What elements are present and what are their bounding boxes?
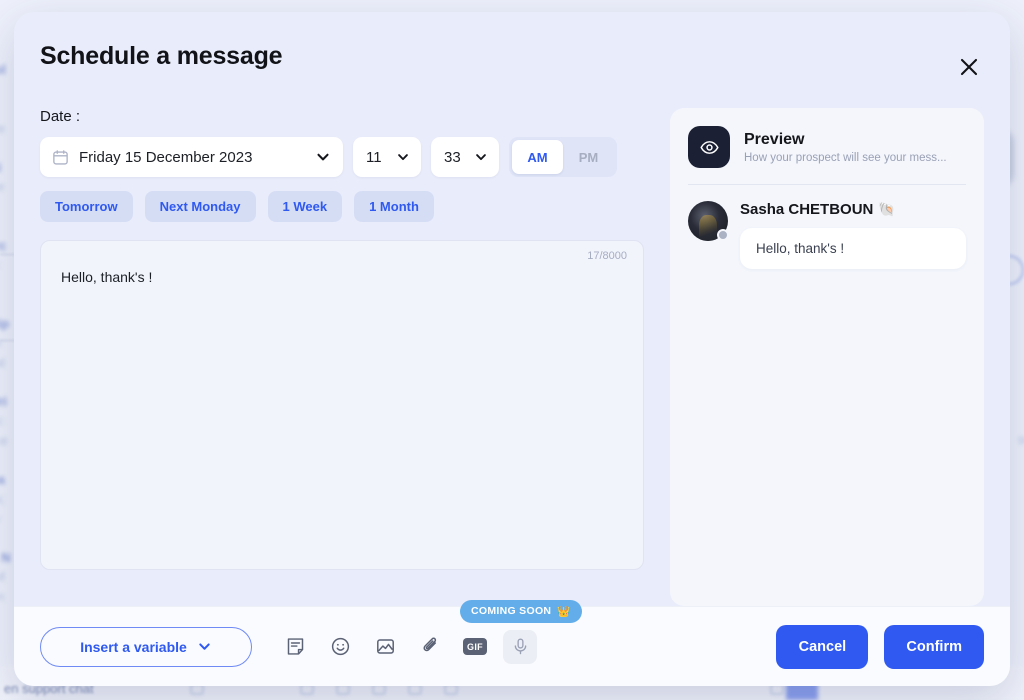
chevron-down-icon xyxy=(315,149,331,165)
microphone-icon xyxy=(503,630,537,664)
chip-next-monday[interactable]: Next Monday xyxy=(145,191,256,222)
backdrop-right-text-2: st xyxy=(1018,430,1024,450)
minute-value: 33 xyxy=(444,149,461,166)
meridiem-toggle: AM PM xyxy=(509,137,617,177)
character-counter: 17/8000 xyxy=(587,250,627,262)
chevron-down-icon xyxy=(474,150,488,164)
date-time-row: Friday 15 December 2023 11 33 xyxy=(40,137,644,177)
chevron-down-icon xyxy=(197,639,212,654)
contact-name: Sasha CHETBOUN 🐚 xyxy=(740,201,966,218)
preview-message-bubble: Hello, thank's ! xyxy=(740,228,966,269)
crown-icon: 👑 xyxy=(557,605,570,618)
cancel-button[interactable]: Cancel xyxy=(776,625,868,669)
status-badge xyxy=(717,229,729,241)
hour-value: 11 xyxy=(366,149,382,166)
insert-variable-button[interactable]: Insert a variable xyxy=(40,627,252,667)
close-icon[interactable] xyxy=(954,52,984,82)
chevron-down-icon xyxy=(396,150,410,164)
modal-body: Date : Friday 15 December 2023 11 xyxy=(14,108,1010,606)
chip-1-month[interactable]: 1 Month xyxy=(354,191,434,222)
preview-pane: Preview How your prospect will see your … xyxy=(670,108,984,606)
message-text: Hello, thank's ! xyxy=(61,269,623,285)
coming-soon-label: COMING SOON xyxy=(471,605,551,617)
gif-label: GIF xyxy=(463,638,487,655)
composer-toolbar: GIF COMING SOON 👑 xyxy=(278,630,537,664)
contact-emoji-icon: 🐚 xyxy=(878,201,895,218)
footer-actions: Cancel Confirm xyxy=(776,625,984,669)
date-select[interactable]: Friday 15 December 2023 xyxy=(40,137,343,177)
eye-icon xyxy=(688,126,730,168)
page-title: Schedule a message xyxy=(40,42,976,71)
attachment-icon[interactable] xyxy=(413,630,447,664)
hour-select[interactable]: 11 xyxy=(353,137,421,177)
compose-pane: Date : Friday 15 December 2023 11 xyxy=(40,108,644,606)
date-value: Friday 15 December 2023 xyxy=(79,149,305,166)
modal-footer: Insert a variable xyxy=(14,606,1010,686)
avatar xyxy=(688,201,728,241)
chip-tomorrow[interactable]: Tomorrow xyxy=(40,191,133,222)
template-note-icon[interactable] xyxy=(278,630,312,664)
preview-subtitle: How your prospect will see your mess... xyxy=(744,152,947,164)
preview-card: Preview How your prospect will see your … xyxy=(670,108,984,606)
chip-1-week[interactable]: 1 Week xyxy=(268,191,343,222)
modal-header: Schedule a message xyxy=(14,12,1010,108)
insert-variable-label: Insert a variable xyxy=(80,639,187,655)
emoji-icon[interactable] xyxy=(323,630,357,664)
meridiem-am-option[interactable]: AM xyxy=(512,140,563,174)
minute-select[interactable]: 33 xyxy=(431,137,499,177)
contact-name-text: Sasha CHETBOUN xyxy=(740,201,873,218)
schedule-message-modal: Schedule a message Date : Friday 15 Dece xyxy=(14,12,1010,686)
preview-header: Preview How your prospect will see your … xyxy=(688,126,966,184)
image-icon[interactable] xyxy=(368,630,402,664)
coming-soon-badge: COMING SOON 👑 xyxy=(460,600,582,623)
quick-date-chips: Tomorrow Next Monday 1 Week 1 Month xyxy=(40,191,644,222)
date-label: Date : xyxy=(40,108,644,125)
confirm-button[interactable]: Confirm xyxy=(884,625,984,669)
preview-message-row: Sasha CHETBOUN 🐚 Hello, thank's ! xyxy=(688,185,966,269)
calendar-icon xyxy=(52,149,69,166)
message-textarea[interactable]: 17/8000 Hello, thank's ! xyxy=(40,240,644,570)
preview-title: Preview xyxy=(744,131,947,149)
gif-icon[interactable]: GIF xyxy=(458,630,492,664)
meridiem-pm-option[interactable]: PM xyxy=(563,140,614,174)
